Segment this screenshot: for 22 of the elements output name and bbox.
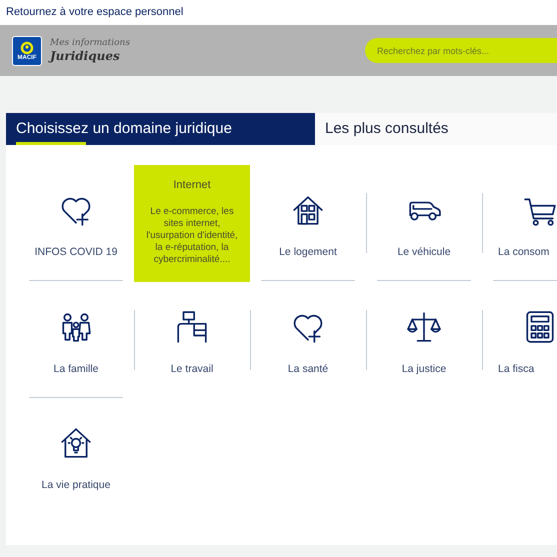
tab[interactable]: Les plus consultés — [315, 113, 557, 145]
site-title: Juridiques — [50, 50, 121, 62]
topic-label: Le véhicule — [397, 245, 451, 260]
topic-label: Le logement — [279, 245, 337, 260]
topic-label: La famille — [54, 362, 98, 377]
topic-label: INFOS COVID 19 — [34, 245, 118, 260]
desk-computer-icon — [175, 310, 209, 344]
search-field[interactable]: Recherchez par mots-clés... — [365, 38, 557, 63]
topic-label: La fisca — [498, 362, 534, 377]
logo-circle-icon — [20, 40, 34, 54]
topic-card[interactable]: Internet Le e-commerce, les sites internet, l'usurpation d'identité, la e-réputation, la cybercriminalité.... — [134, 165, 250, 282]
topic-description: Le e-commerce, les sites internet, l'usurpation d'identité, la e-réputation, la cybercriminalité.... — [145, 206, 239, 266]
house-lightbulb-icon — [59, 426, 93, 460]
tab[interactable]: Choisissez un domaine juridique — [6, 113, 315, 145]
topic-label: La santé — [288, 362, 328, 377]
topic-label: La justice — [402, 362, 446, 377]
topic-label: Le travail — [170, 362, 214, 377]
topic-title: Internet — [173, 178, 211, 193]
topic-label: La consom — [498, 245, 550, 260]
site-subtitle: Mes informations — [50, 39, 130, 48]
scale-icon — [407, 310, 441, 344]
topic-label: La vie pratique — [42, 478, 110, 493]
